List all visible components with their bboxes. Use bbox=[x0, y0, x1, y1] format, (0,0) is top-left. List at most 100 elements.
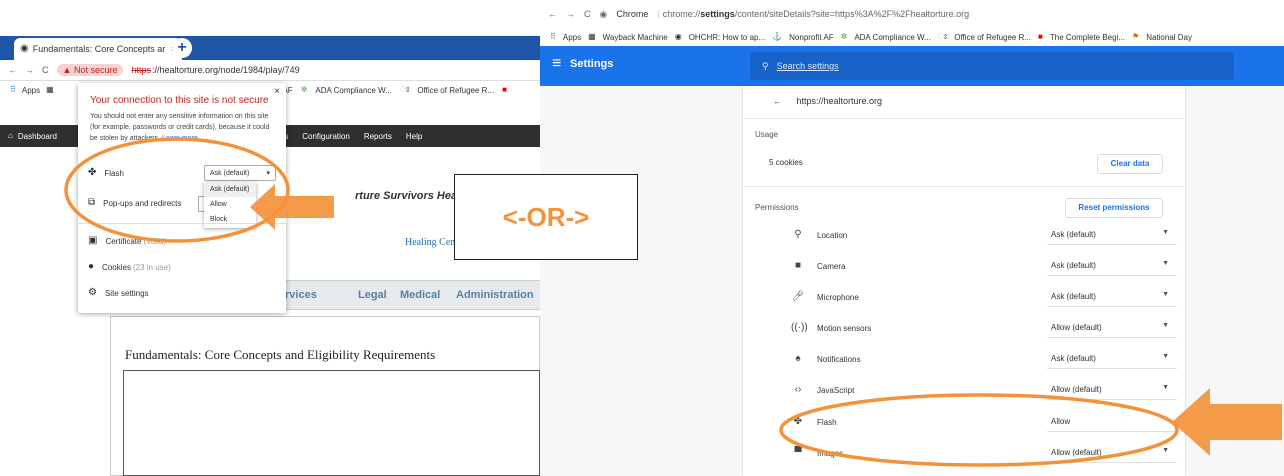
permission-row-microphone: 🎤︎ Microphone Ask (default) ▼ bbox=[743, 283, 1185, 311]
menu-help[interactable]: Help bbox=[406, 132, 422, 141]
reload-icon[interactable]: C bbox=[42, 65, 49, 75]
site-heading: rture Survivors Heal bbox=[355, 190, 461, 202]
bookmark-wayback[interactable]: Wayback Machine bbox=[603, 33, 668, 42]
apps-grid-icon[interactable]: ⠿ bbox=[10, 86, 16, 94]
option-allow[interactable]: Allow bbox=[204, 197, 256, 212]
permission-select[interactable]: Ask (default) ▼ bbox=[1047, 225, 1177, 245]
permission-select[interactable]: Allow (default) ▼ bbox=[1047, 443, 1177, 463]
menu-configuration[interactable]: Configuration bbox=[302, 132, 350, 141]
dropdown-caret-icon: ▾ bbox=[266, 170, 270, 177]
bookmark-apps[interactable]: Apps bbox=[563, 33, 581, 42]
popup-description: You should not enter any sensitive infor… bbox=[90, 113, 270, 142]
site-header: ← https://healtorture.org bbox=[773, 96, 882, 106]
back-icon[interactable]: ← bbox=[548, 9, 557, 19]
browser-tab[interactable]: ◉ Fundamentals: Core Concepts ar × bbox=[14, 38, 182, 60]
usage-label: Usage bbox=[755, 130, 779, 139]
search-icon: ⚲ bbox=[762, 60, 769, 71]
option-block[interactable]: Block bbox=[204, 212, 256, 227]
new-tab-button[interactable]: + bbox=[172, 38, 192, 58]
permission-select[interactable]: Ask (default) ▼ bbox=[1047, 349, 1177, 369]
cookie-icon: ● bbox=[88, 261, 95, 272]
camera-icon: ■ bbox=[794, 260, 802, 271]
not-secure-badge[interactable]: ▲ Not secure bbox=[56, 64, 124, 76]
learn-more-link[interactable]: Learn more bbox=[162, 135, 198, 142]
bookmark-refugee[interactable]: Office of Refugee R... bbox=[417, 86, 494, 95]
person-icon: ଃ bbox=[937, 32, 948, 41]
right-browser-screenshot: ← → C ◉ Chrome | chrome://settings/conte… bbox=[540, 0, 1284, 476]
popup-title: Your connection to this site is not secu… bbox=[90, 95, 269, 106]
location-pin-icon: ⚲ bbox=[794, 229, 802, 240]
puzzle-icon: ✤ bbox=[793, 416, 803, 427]
menu-reports[interactable]: Reports bbox=[364, 132, 392, 141]
permission-row-motion-sensors: ((·)) Motion sensors Allow (default) ▼ bbox=[743, 314, 1185, 342]
certificate-row[interactable]: ▣ Certificate (Valid) bbox=[88, 236, 166, 246]
site-settings-row[interactable]: ⚙ Site settings bbox=[88, 288, 149, 298]
back-icon[interactable]: ← bbox=[8, 65, 17, 75]
site-details-card: ← https://healtorture.org Usage 5 cookie… bbox=[743, 86, 1185, 476]
certificate-icon: ▣ bbox=[88, 235, 98, 246]
hamburger-menu-icon[interactable]: ≡ bbox=[552, 55, 561, 73]
address-bar[interactable]: ← → C ▲ Not secure https://healtorture.o… bbox=[0, 60, 540, 81]
cookies-row[interactable]: ● Cookies (23 in use) bbox=[88, 262, 171, 272]
nav-legal[interactable]: Legal bbox=[358, 289, 387, 301]
permission-select[interactable]: Allow (default) ▼ bbox=[1047, 318, 1177, 338]
permission-select[interactable]: Allow ▼ bbox=[1047, 412, 1177, 432]
permission-row-notifications: ♠ Notifications Ask (default) ▼ bbox=[743, 345, 1185, 373]
permission-select[interactable]: Ask (default) ▼ bbox=[1047, 256, 1177, 276]
accessibility-icon: ✲ bbox=[840, 32, 848, 41]
option-ask-default[interactable]: Ask (default) bbox=[204, 182, 256, 197]
permission-select[interactable]: Ask (default) ▼ bbox=[1047, 287, 1177, 307]
nav-medical[interactable]: Medical bbox=[400, 289, 440, 301]
bookmark-complete[interactable]: The Complete Begi... bbox=[1050, 33, 1125, 42]
bookmark-ohchr[interactable]: OHCHR: How to ap... bbox=[689, 33, 765, 42]
back-arrow-icon[interactable]: ← bbox=[773, 96, 782, 106]
menu-dashboard[interactable]: Dashboard bbox=[18, 132, 57, 141]
search-settings-input[interactable]: ⚲ Search settings bbox=[750, 52, 1234, 80]
bookmark-refugee[interactable]: Office of Refugee R... bbox=[954, 33, 1031, 42]
home-icon[interactable]: ⌂ bbox=[8, 132, 13, 140]
bookmark-ada[interactable]: ADA Compliance W... bbox=[854, 33, 930, 42]
permissions-label: Permissions bbox=[755, 203, 799, 212]
bookmark-apps[interactable]: Apps bbox=[22, 86, 40, 95]
forward-icon[interactable]: → bbox=[25, 65, 34, 75]
settings-address-bar[interactable]: ← → C ◉ Chrome | chrome://settings/conte… bbox=[540, 0, 1284, 28]
permission-row-flash: ✤ Flash Allow ▼ bbox=[743, 408, 1185, 436]
accessibility-icon: ✲ bbox=[300, 85, 308, 94]
bookmark-ada[interactable]: ADA Compliance W... bbox=[315, 86, 391, 95]
nav-administration[interactable]: Administration bbox=[456, 289, 534, 301]
popup-close-icon[interactable]: × bbox=[274, 86, 280, 97]
reload-icon[interactable]: C bbox=[584, 9, 591, 19]
forward-icon[interactable]: → bbox=[566, 9, 575, 19]
youtube-icon: ■ bbox=[502, 85, 507, 94]
flash-dropdown-menu: Ask (default) Allow Block bbox=[204, 182, 256, 228]
globe-icon: ◉ bbox=[674, 32, 682, 41]
settings-bookmarks-bar: ⠿ Apps ▦ Wayback Machine ◉ OHCHR: How to… bbox=[540, 28, 1284, 46]
chrome-icon: ◉ bbox=[599, 8, 608, 19]
healing-link[interactable]: Healing Cen bbox=[405, 237, 455, 248]
content-title: Fundamentals: Core Concepts and Eligibil… bbox=[125, 347, 436, 362]
dropdown-caret-icon: ▼ bbox=[1162, 416, 1169, 423]
bookmark-icon: ⚑ bbox=[1132, 32, 1140, 41]
clear-data-button[interactable]: Clear data bbox=[1097, 154, 1163, 174]
dropdown-caret-icon: ▼ bbox=[1162, 260, 1169, 267]
bell-icon: ♠ bbox=[795, 353, 801, 364]
permission-row-javascript: ‹› JavaScript Allow (default) ▼ bbox=[743, 376, 1185, 404]
apps-grid-icon[interactable]: ⠿ bbox=[550, 33, 556, 41]
popup-window-icon: ⧉ bbox=[88, 197, 96, 208]
reset-permissions-button[interactable]: Reset permissions bbox=[1065, 198, 1163, 218]
settings-url[interactable]: chrome://settings/content/siteDetails?si… bbox=[663, 9, 969, 19]
dropdown-caret-icon: ▼ bbox=[1162, 384, 1169, 391]
bookmark-folder-icon[interactable]: ▦ bbox=[46, 86, 54, 94]
flash-select[interactable]: Ask (default) ▾ bbox=[204, 165, 276, 181]
chrome-label: Chrome bbox=[616, 9, 649, 19]
url-text[interactable]: https://healtorture.org/node/1984/play/7… bbox=[131, 65, 299, 75]
person-icon: ଃ bbox=[399, 85, 410, 94]
permission-select[interactable]: Allow (default) ▼ bbox=[1047, 380, 1177, 400]
nav-services[interactable]: rvices bbox=[285, 289, 317, 301]
permission-row-location: ⚲ Location Ask (default) ▼ bbox=[743, 221, 1185, 249]
youtube-icon: ■ bbox=[1038, 32, 1043, 41]
warning-icon: ▲ bbox=[62, 65, 72, 75]
motion-sensor-icon: ((·)) bbox=[791, 322, 808, 333]
bookmark-nonprofit[interactable]: Nonprofit AF bbox=[789, 33, 833, 42]
bookmark-national-day[interactable]: National Day bbox=[1146, 33, 1192, 42]
